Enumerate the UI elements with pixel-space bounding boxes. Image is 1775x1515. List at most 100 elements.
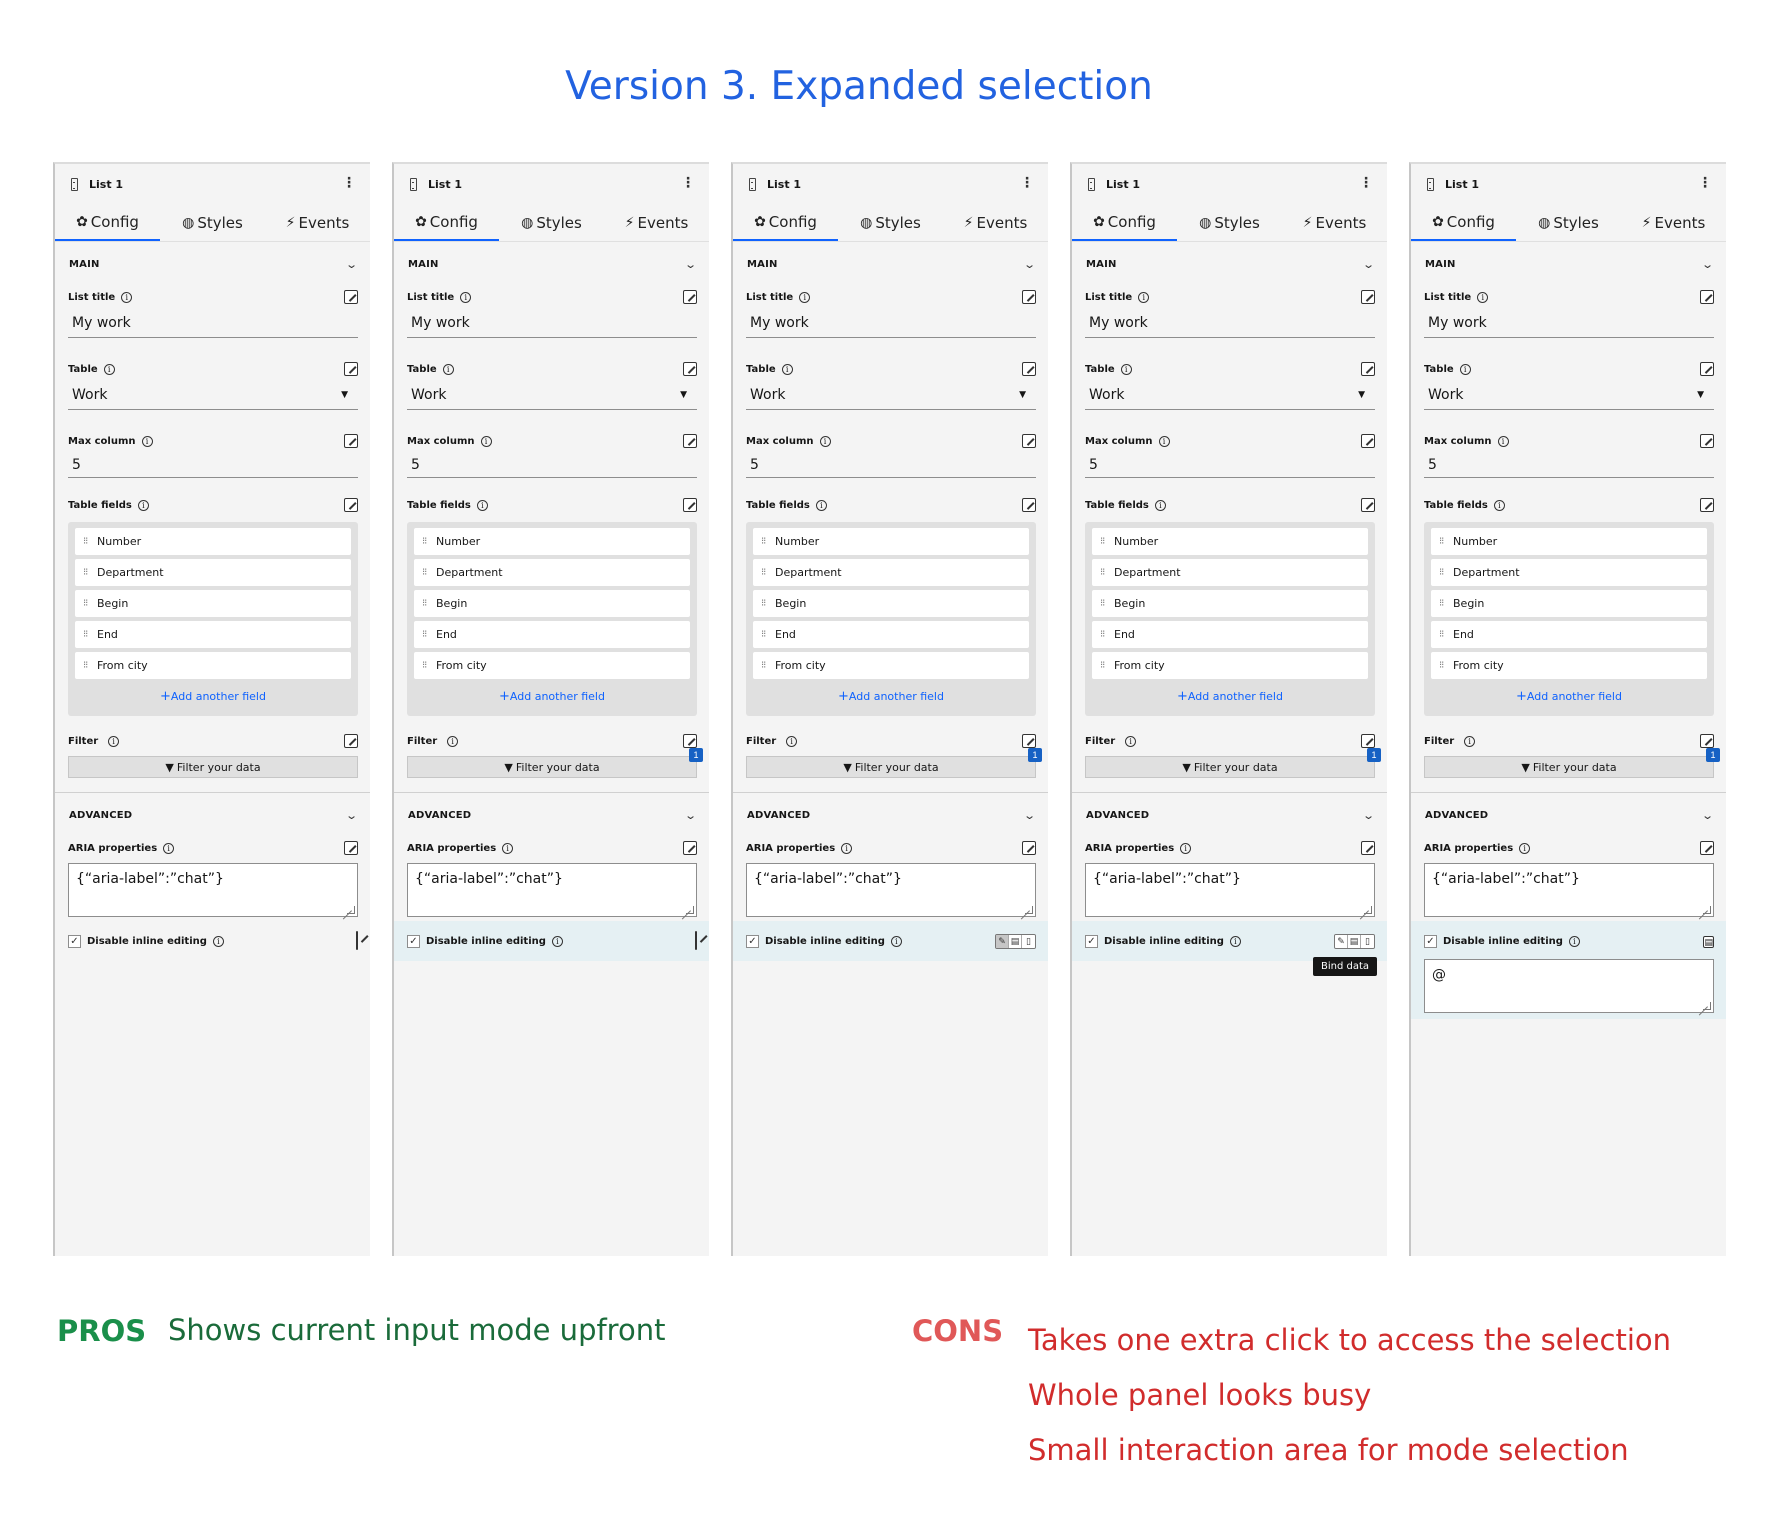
drag-handle-icon[interactable]: ⁝⁝ <box>83 536 89 546</box>
add-field-link[interactable]: +Add another field <box>75 683 351 712</box>
drag-handle-icon[interactable]: ⁝⁝ <box>761 598 767 608</box>
edit-icon[interactable] <box>683 734 697 748</box>
list-item[interactable]: ⁝⁝ Begin <box>75 590 351 617</box>
max-column-input[interactable]: 5 <box>68 452 358 478</box>
drag-handle-icon[interactable]: ⁝⁝ <box>1439 629 1445 639</box>
list-item[interactable]: ⁝⁝ Begin <box>1092 590 1368 617</box>
main-section-header[interactable]: MAIN ⌄ <box>1411 242 1726 286</box>
edit-icon[interactable] <box>1022 498 1036 512</box>
drag-handle-icon[interactable]: ⁝⁝ <box>761 567 767 577</box>
main-section-header[interactable]: MAIN ⌄ <box>394 242 709 286</box>
list-item[interactable]: ⁝⁝ Number <box>753 528 1029 555</box>
list-title-input[interactable]: My work <box>746 308 1036 338</box>
bind-data-textarea[interactable]: @ <box>1424 959 1714 1013</box>
advanced-section-header[interactable]: ADVANCED ⌄ <box>394 793 709 837</box>
list-title-input[interactable]: My work <box>1424 308 1714 338</box>
chevron-down-icon[interactable]: ⌄ <box>1023 809 1036 822</box>
edit-icon[interactable] <box>344 362 358 376</box>
table-select[interactable]: Work ▼ <box>1085 380 1375 410</box>
advanced-section-header[interactable]: ADVANCED ⌄ <box>733 793 1048 837</box>
disable-inline-editing-checkbox[interactable]: ✓ <box>68 934 81 948</box>
drag-handle-icon[interactable]: ⁝⁝ <box>1100 629 1106 639</box>
list-item[interactable]: ⁝⁝ Department <box>1431 559 1707 586</box>
edit-icon[interactable] <box>683 362 697 376</box>
list-item[interactable]: ⁝⁝ Number <box>75 528 351 555</box>
edit-icon[interactable] <box>683 434 697 448</box>
aria-properties-textarea[interactable]: {“aria-label”:”chat”} <box>407 863 697 917</box>
database-icon[interactable]: ▤ <box>1703 936 1714 948</box>
table-select[interactable]: Work ▼ <box>68 380 358 410</box>
advanced-section-header[interactable]: ADVANCED ⌄ <box>1411 793 1726 837</box>
edit-icon[interactable] <box>1361 434 1375 448</box>
edit-icon[interactable] <box>1700 290 1714 304</box>
main-section-header[interactable]: MAIN ⌄ <box>733 242 1048 286</box>
drag-handle-icon[interactable]: ⁝⁝ <box>1100 660 1106 670</box>
edit-icon[interactable] <box>344 841 358 855</box>
drag-handle-icon[interactable]: ⁝⁝ <box>1439 536 1445 546</box>
chevron-down-icon[interactable]: ⌄ <box>684 809 697 822</box>
advanced-section-header[interactable]: ADVANCED ⌄ <box>55 793 370 837</box>
list-item[interactable]: ⁝⁝ End <box>753 621 1029 648</box>
edit-icon[interactable] <box>695 931 697 950</box>
edit-icon[interactable] <box>1700 362 1714 376</box>
aria-properties-textarea[interactable]: {“aria-label”:”chat”} <box>68 863 358 917</box>
tab-events[interactable]: ⚡ Events <box>943 204 1048 241</box>
list-item[interactable]: ⁝⁝ End <box>1431 621 1707 648</box>
tab-events[interactable]: ⚡ Events <box>265 204 370 241</box>
disable-inline-editing-checkbox[interactable]: ✓ <box>407 934 420 948</box>
drag-handle-icon[interactable]: ⁝⁝ <box>83 629 89 639</box>
chevron-down-icon[interactable]: ⌄ <box>1701 258 1714 271</box>
list-item[interactable]: ⁝⁝ End <box>414 621 690 648</box>
list-item[interactable]: ⁝⁝ Number <box>1431 528 1707 555</box>
list-title-input[interactable]: My work <box>1085 308 1375 338</box>
drag-handle-icon[interactable]: ⁝⁝ <box>1100 567 1106 577</box>
drag-handle-icon[interactable]: ⁝⁝ <box>761 629 767 639</box>
disable-inline-editing-checkbox[interactable]: ✓ <box>1085 934 1098 948</box>
filter-button[interactable]: ▼ Filter your data <box>1424 756 1714 778</box>
chevron-down-icon[interactable]: ⌄ <box>1701 809 1714 822</box>
chevron-down-icon[interactable]: ⌄ <box>1362 258 1375 271</box>
filter-button[interactable]: ▼ Filter your data <box>407 756 697 778</box>
table-select[interactable]: Work ▼ <box>746 380 1036 410</box>
drag-handle-icon[interactable]: ⁝⁝ <box>422 598 428 608</box>
filter-button[interactable]: ▼ Filter your data <box>68 756 358 778</box>
chevron-down-icon[interactable]: ⌄ <box>345 809 358 822</box>
drag-handle-icon[interactable]: ⁝⁝ <box>83 598 89 608</box>
aria-properties-textarea[interactable]: {“aria-label”:”chat”} <box>1424 863 1714 917</box>
edit-icon[interactable] <box>1022 434 1036 448</box>
edit-mode-icon[interactable]: ✎ <box>1335 934 1348 948</box>
add-field-link[interactable]: +Add another field <box>1092 683 1368 712</box>
edit-icon[interactable] <box>344 498 358 512</box>
overflow-menu-icon[interactable]: ⋮ <box>1359 175 1373 189</box>
filter-button[interactable]: ▼ Filter your data <box>1085 756 1375 778</box>
tab-events[interactable]: ⚡ Events <box>1621 204 1726 241</box>
edit-icon[interactable] <box>344 734 358 748</box>
add-field-link[interactable]: +Add another field <box>1431 683 1707 712</box>
aria-properties-textarea[interactable]: {“aria-label”:”chat”} <box>1085 863 1375 917</box>
drag-handle-icon[interactable]: ⁝⁝ <box>83 567 89 577</box>
max-column-input[interactable]: 5 <box>1424 452 1714 478</box>
tab-events[interactable]: ⚡ Events <box>604 204 709 241</box>
edit-icon[interactable] <box>683 498 697 512</box>
resize-handle-icon[interactable] <box>1703 906 1711 914</box>
drag-handle-icon[interactable]: ⁝⁝ <box>1439 567 1445 577</box>
edit-icon[interactable] <box>1022 841 1036 855</box>
tab-config[interactable]: ✿ Config <box>55 204 160 241</box>
tab-styles[interactable]: ◍ Styles <box>499 204 604 241</box>
chevron-down-icon[interactable]: ⌄ <box>1362 809 1375 822</box>
resize-handle-icon[interactable] <box>1025 906 1033 914</box>
chevron-down-icon[interactable]: ⌄ <box>345 258 358 271</box>
drag-handle-icon[interactable]: ⁝⁝ <box>1439 598 1445 608</box>
tab-styles[interactable]: ◍ Styles <box>1516 204 1621 241</box>
edit-icon[interactable] <box>1700 734 1714 748</box>
table-select[interactable]: Work ▼ <box>1424 380 1714 410</box>
drag-handle-icon[interactable]: ⁝⁝ <box>422 536 428 546</box>
list-title-input[interactable]: My work <box>68 308 358 338</box>
list-item[interactable]: ⁝⁝ Begin <box>753 590 1029 617</box>
resize-handle-icon[interactable] <box>686 906 694 914</box>
list-item[interactable]: ⁝⁝ Number <box>1092 528 1368 555</box>
edit-icon[interactable] <box>1361 841 1375 855</box>
edit-icon[interactable] <box>344 434 358 448</box>
edit-mode-icon[interactable]: ✎ <box>996 934 1009 948</box>
list-item[interactable]: ⁝⁝ Department <box>753 559 1029 586</box>
